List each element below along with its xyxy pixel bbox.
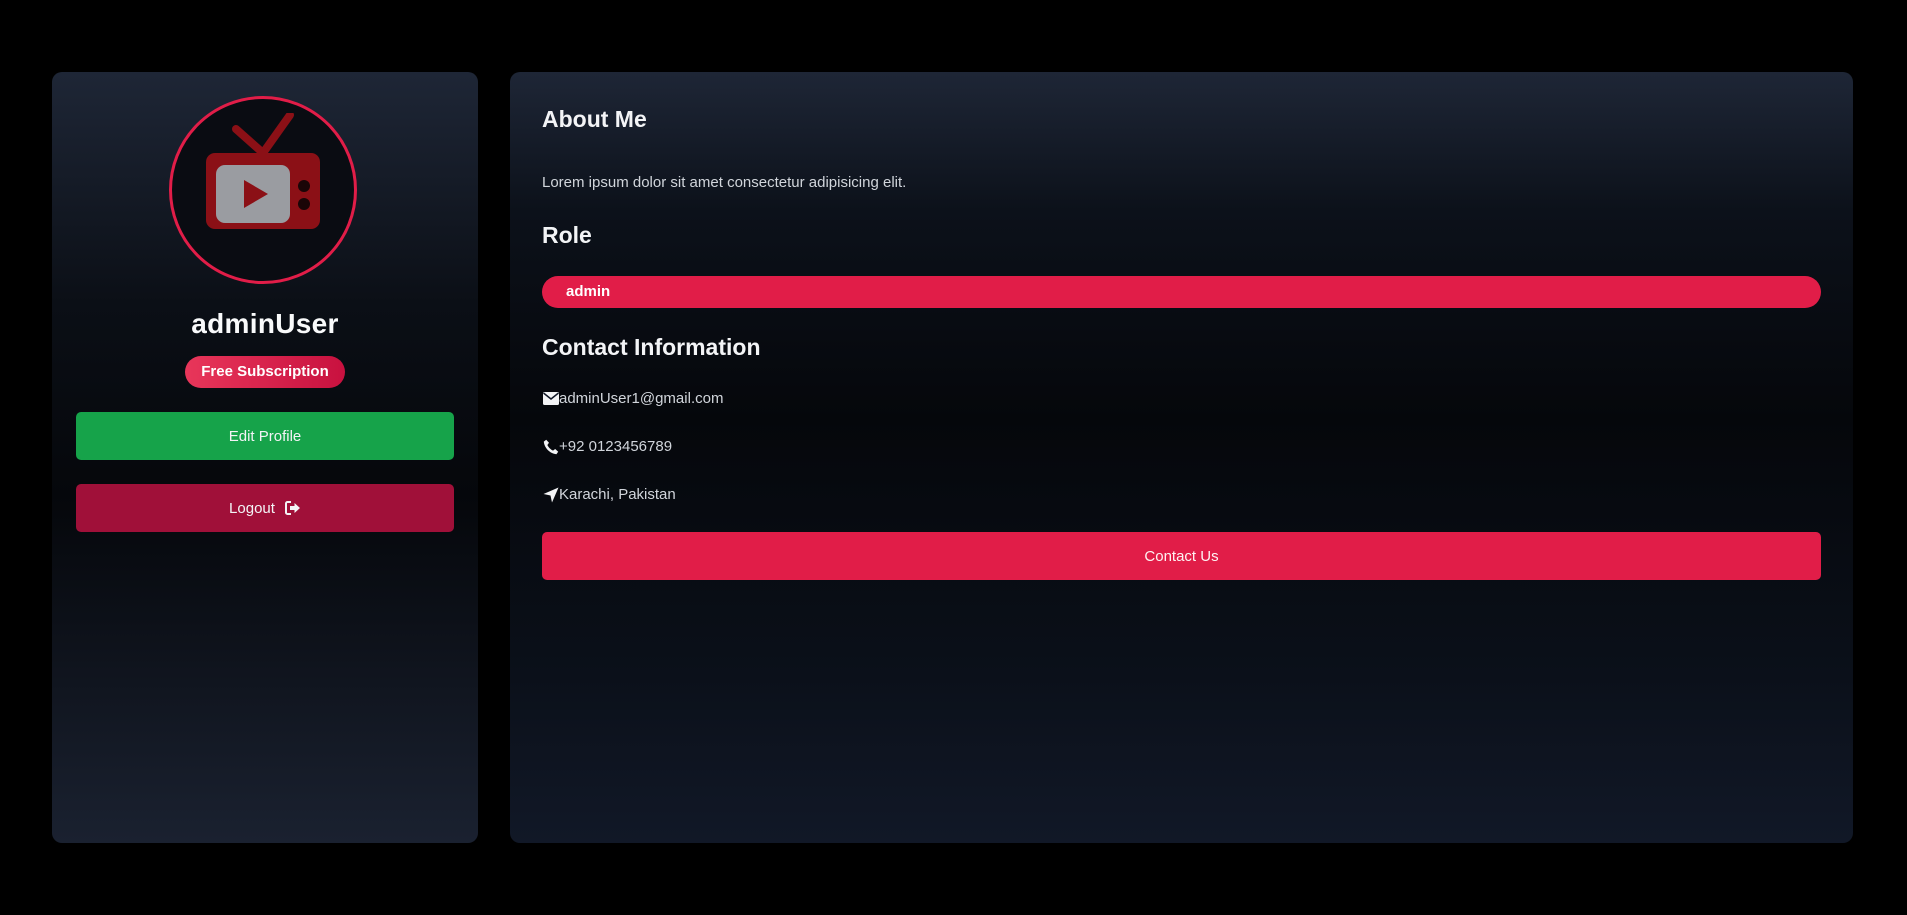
role-badge: admin <box>542 276 1821 308</box>
username: adminUser <box>191 308 339 339</box>
contact-phone: +92 0123456789 <box>559 438 673 455</box>
contact-email: adminUser1@gmail.com <box>559 390 724 407</box>
sign-out-icon <box>284 501 301 515</box>
profile-card: adminUser Free Subscription Edit Profile… <box>52 72 478 843</box>
contact-email-row: adminUser1@gmail.com <box>542 390 723 407</box>
location-arrow-icon <box>542 486 559 503</box>
profile-page: adminUser Free Subscription Edit Profile… <box>0 0 1907 915</box>
avatar <box>169 96 357 284</box>
about-text: Lorem ipsum dolor sit amet consectetur a… <box>542 174 907 191</box>
subscription-badge: Free Subscription <box>185 356 345 388</box>
contact-location-row: Karachi, Pakistan <box>542 486 676 503</box>
contact-title: Contact Information <box>542 334 761 360</box>
tv-play-icon <box>206 113 320 229</box>
contact-phone-row: +92 0123456789 <box>542 438 672 455</box>
logout-button[interactable]: Logout <box>76 484 454 532</box>
envelope-icon <box>542 390 559 407</box>
edit-profile-button[interactable]: Edit Profile <box>76 412 454 460</box>
contact-location: Karachi, Pakistan <box>559 486 676 503</box>
details-card: About Me Lorem ipsum dolor sit amet cons… <box>510 72 1853 843</box>
logout-label: Logout <box>229 499 275 517</box>
phone-icon <box>542 438 559 455</box>
contact-us-button[interactable]: Contact Us <box>542 532 1821 580</box>
role-title: Role <box>542 222 592 248</box>
about-title: About Me <box>542 106 647 132</box>
edit-profile-label: Edit Profile <box>228 427 302 445</box>
